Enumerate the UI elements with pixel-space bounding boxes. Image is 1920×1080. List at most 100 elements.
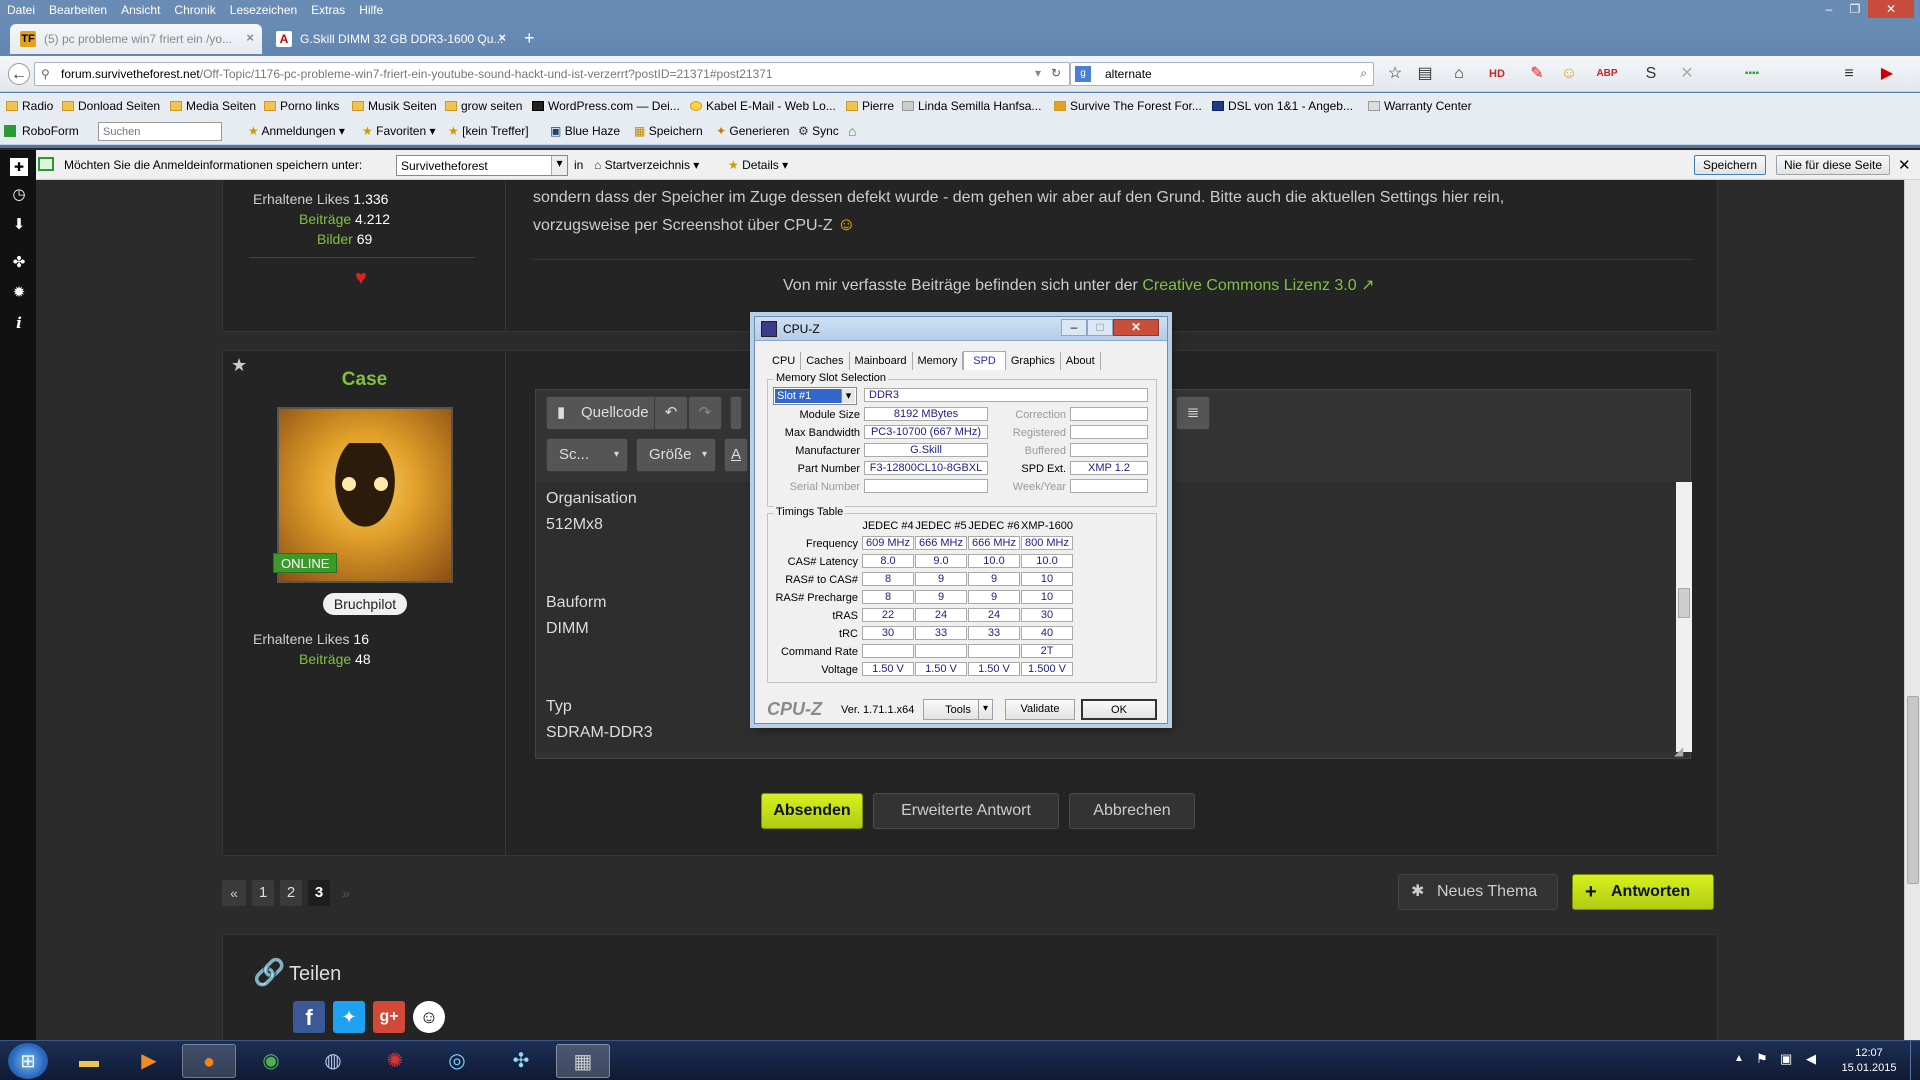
page-scrollbar[interactable] <box>1904 180 1920 1040</box>
redo-icon[interactable]: ↷ <box>688 396 722 430</box>
posts-stat[interactable]: Beiträge 48 <box>299 651 371 667</box>
home-icon[interactable]: ⌂ <box>848 123 856 139</box>
info-icon[interactable]: i <box>10 314 28 332</box>
back-icon[interactable]: ← <box>8 63 30 85</box>
bookmark-media-seiten[interactable]: Media Seiten <box>170 99 256 113</box>
close-tab-icon[interactable]: × <box>246 30 254 45</box>
close-window-icon[interactable]: ✕ <box>1868 0 1914 18</box>
bookmark-grow-seiten[interactable]: grow seiten <box>445 99 522 113</box>
bookmark-dsl[interactable]: DSL von 1&1 - Angeb... <box>1212 99 1353 113</box>
tray-expand-icon[interactable]: ▲ <box>1734 1053 1744 1064</box>
reply-button[interactable]: + Antworten <box>1572 874 1714 910</box>
firefox-taskbar-icon[interactable]: ● <box>182 1044 236 1078</box>
speichern-toolbar-button[interactable]: ▦ Speichern <box>634 124 703 138</box>
minimize-icon[interactable]: – <box>1061 319 1087 336</box>
maximize-icon[interactable]: ❐ <box>1842 0 1868 18</box>
bookmark-warranty[interactable]: Warranty Center <box>1368 99 1472 113</box>
adblock-icon[interactable]: ABP <box>1596 63 1618 85</box>
favoriten-button[interactable]: ★ Favoriten ▾ <box>362 124 436 138</box>
toolbar-button-hidden[interactable] <box>730 396 742 430</box>
media-player-taskbar-icon[interactable]: ▶ <box>122 1044 176 1078</box>
volume-icon[interactable]: ◀ <box>1806 1051 1816 1067</box>
images-stat[interactable]: Bilder 69 <box>317 231 372 247</box>
home-icon[interactable]: ⌂ <box>1448 63 1470 85</box>
next-page-icon[interactable]: » <box>336 880 356 906</box>
skype-icon[interactable]: S <box>1640 63 1662 85</box>
google-plus-icon[interactable]: g+ <box>373 1001 405 1033</box>
source-code-button[interactable]: ▮ Quellcode <box>546 396 662 430</box>
undo-icon[interactable]: ↶ <box>654 396 688 430</box>
close-tab-icon[interactable]: × <box>498 30 506 45</box>
menu-extras[interactable]: Extras <box>304 0 352 17</box>
page-link[interactable]: 2 <box>280 880 302 906</box>
addon-icon[interactable]: ✎ <box>1526 63 1548 85</box>
roboform-search-input[interactable] <box>98 122 222 141</box>
dropdown-icon[interactable]: ▾ <box>551 156 567 175</box>
addons-puzzle-icon[interactable]: ✤ <box>10 254 28 272</box>
menu-icon[interactable]: ≡ <box>1838 63 1860 85</box>
advanced-reply-button[interactable]: Erweiterte Antwort <box>873 793 1059 829</box>
tab-memory[interactable]: Memory <box>913 352 964 370</box>
reload-icon[interactable]: ↻ <box>1051 66 1061 80</box>
network-app-taskbar-icon[interactable]: ◍ <box>306 1044 360 1078</box>
search-bar[interactable]: g alternate ⌕ <box>1070 62 1374 86</box>
bookmark-donload-seiten[interactable]: Donload Seiten <box>62 99 160 113</box>
menu-hilfe[interactable]: Hilfe <box>352 0 390 17</box>
avatar[interactable]: ONLINE <box>273 407 453 583</box>
cancel-button[interactable]: Abbrechen <box>1069 793 1195 829</box>
bookmark-radio[interactable]: Radio <box>6 99 53 113</box>
download-icon[interactable]: ⬇ <box>10 216 28 234</box>
roboform-menu[interactable]: RoboForm <box>22 124 79 138</box>
bookmark-pierre[interactable]: Pierre <box>846 99 894 113</box>
new-tab-icon[interactable]: + <box>524 28 535 49</box>
username[interactable]: Case <box>223 369 506 391</box>
bookmark-linda[interactable]: Linda Semilla Hanfsa... <box>902 99 1041 113</box>
bookmark-porno-links[interactable]: Porno links <box>264 99 339 113</box>
close-bar-icon[interactable]: ✕ <box>1898 156 1911 174</box>
star-icon[interactable]: ☆ <box>1384 63 1406 85</box>
browser-app-taskbar-icon[interactable]: ◎ <box>430 1044 484 1078</box>
clock[interactable]: 12:07 15.01.2015 <box>1834 1046 1904 1076</box>
explorer-taskbar-icon[interactable]: ▬ <box>62 1044 116 1078</box>
url-bar[interactable]: ⚲ forum.survivetheforest.net/Off-Topic/1… <box>34 62 1070 86</box>
bookmark-survive-forest[interactable]: Survive The Forest For... <box>1054 99 1202 113</box>
hd-addon-icon[interactable]: HD <box>1486 63 1508 85</box>
menu-bearbeiten[interactable]: Bearbeiten <box>42 0 114 17</box>
chrome-taskbar-icon[interactable]: ◉ <box>244 1044 298 1078</box>
first-page-icon[interactable]: « <box>222 880 246 906</box>
youtube-icon[interactable]: ▶ <box>1876 63 1898 85</box>
smiley-addon-icon[interactable]: ☺ <box>1558 63 1580 85</box>
game-taskbar-icon[interactable]: ✺ <box>368 1044 422 1078</box>
settings-gear-icon[interactable]: ✹ <box>10 284 28 302</box>
menu-chronik[interactable]: Chronik <box>167 0 222 17</box>
reddit-icon[interactable]: ☺ <box>413 1001 445 1033</box>
search-input[interactable]: alternate <box>1105 67 1152 81</box>
search-icon[interactable]: ⌕ <box>1360 66 1367 81</box>
anmeldungen-button[interactable]: ★ Anmeldungen ▾ <box>248 124 345 138</box>
tab-spd[interactable]: SPD <box>963 351 1006 370</box>
tab-cpu[interactable]: CPU <box>767 352 802 370</box>
status-addon-icon[interactable]: ▪▪▪▪ <box>1712 63 1792 85</box>
bookmark-kabel[interactable]: Kabel E-Mail - Web Lo... <box>690 99 836 113</box>
ok-button[interactable]: OK <box>1081 699 1157 720</box>
list-icon[interactable]: ≣ <box>1176 396 1210 430</box>
heart-icon[interactable]: ♥ <box>355 267 367 290</box>
molecule-taskbar-icon[interactable]: ✣ <box>494 1044 548 1078</box>
scroll-thumb[interactable] <box>1678 588 1690 618</box>
sidebar-logo-icon[interactable]: ✚ <box>10 158 28 176</box>
dropdown-icon[interactable]: ▾ <box>1035 66 1041 80</box>
tab-mainboard[interactable]: Mainboard <box>850 352 913 370</box>
bookmarks-list-icon[interactable]: ▤ <box>1414 63 1436 85</box>
page-link-current[interactable]: 3 <box>308 880 330 906</box>
cc-license-link[interactable]: Creative Commons Lizenz 3.0 <box>1142 277 1356 294</box>
editor-scrollbar[interactable] <box>1676 482 1692 752</box>
kein-treffer-button[interactable]: ★ [kein Treffer] <box>448 124 529 138</box>
font-color-icon[interactable]: A <box>724 438 748 472</box>
tab-forum[interactable]: TF (5) pc probleme win7 friert ein /yo..… <box>10 24 262 54</box>
page-link[interactable]: 1 <box>252 880 274 906</box>
tab-graphics[interactable]: Graphics <box>1006 352 1061 370</box>
cpuz-titlebar[interactable]: CPU-Z – □ ✕ <box>755 317 1167 341</box>
menu-lesezeichen[interactable]: Lesezeichen <box>223 0 304 17</box>
tab-caches[interactable]: Caches <box>801 352 850 370</box>
startdir-button[interactable]: ⌂ Startverzeichnis ▾ <box>594 158 699 172</box>
